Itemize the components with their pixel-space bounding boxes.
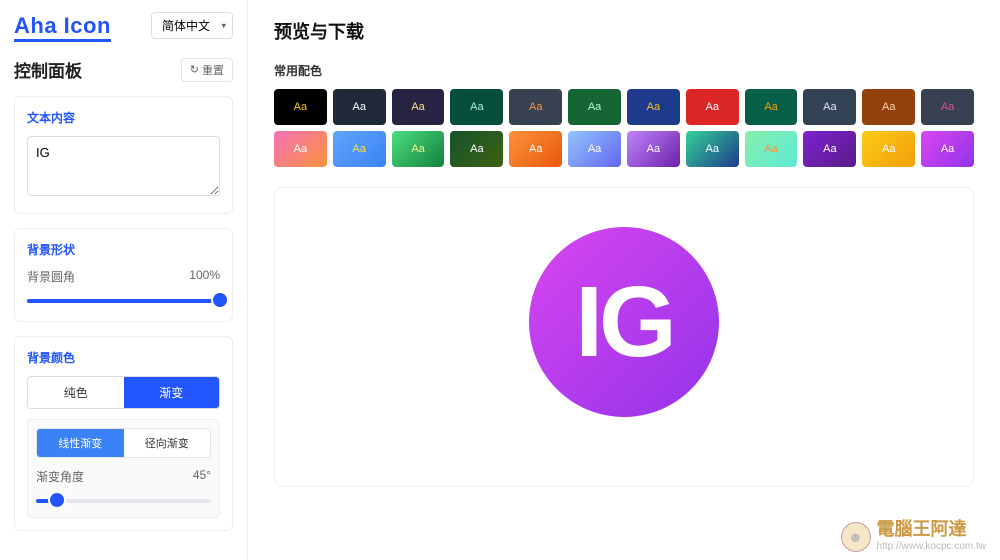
panel-title: 控制面板 bbox=[14, 57, 82, 82]
color-swatch[interactable]: Aa bbox=[274, 131, 327, 167]
color-swatch[interactable]: Aa bbox=[921, 131, 974, 167]
color-swatch[interactable]: Aa bbox=[450, 131, 503, 167]
color-swatch[interactable]: Aa bbox=[392, 89, 445, 125]
watermark-brand: 電腦王阿達 bbox=[877, 515, 986, 541]
reset-button[interactable]: ↻ 重置 bbox=[181, 58, 233, 82]
app-logo[interactable]: Aha Icon bbox=[14, 13, 111, 39]
radius-label: 背景圆角 bbox=[27, 268, 75, 285]
bg-shape-title: 背景形状 bbox=[27, 241, 220, 258]
tab-radial-gradient[interactable]: 径向渐变 bbox=[124, 429, 211, 457]
watermark-avatar-icon: ☻ bbox=[841, 522, 871, 552]
logo-preview-text: IG bbox=[575, 265, 673, 380]
bg-color-title: 背景颜色 bbox=[27, 349, 220, 366]
angle-label: 渐变角度 bbox=[36, 468, 84, 485]
swatch-section-label: 常用配色 bbox=[274, 62, 974, 79]
color-swatch[interactable]: Aa bbox=[333, 131, 386, 167]
watermark-url: http://www.kocpc.com.tw bbox=[877, 541, 986, 552]
main-title: 预览与下载 bbox=[274, 18, 974, 44]
color-mode-tabs: 纯色 渐变 bbox=[27, 376, 220, 409]
color-swatch[interactable]: Aa bbox=[392, 131, 445, 167]
color-swatch[interactable]: Aa bbox=[921, 89, 974, 125]
logo-preview-circle: IG bbox=[529, 227, 719, 417]
color-swatch[interactable]: Aa bbox=[686, 89, 739, 125]
watermark: ☻ 電腦王阿達 http://www.kocpc.com.tw bbox=[841, 515, 986, 552]
color-swatch[interactable]: Aa bbox=[745, 131, 798, 167]
main-panel: 预览与下载 常用配色 AaAaAaAaAaAaAaAaAaAaAaAaAaAaA… bbox=[248, 0, 1000, 560]
swatch-grid: AaAaAaAaAaAaAaAaAaAaAaAaAaAaAaAaAaAaAaAa… bbox=[274, 89, 974, 167]
radius-value: 100% bbox=[189, 268, 220, 285]
gradient-type-tabs: 线性渐变 径向渐变 bbox=[36, 428, 211, 458]
reset-icon: ↻ bbox=[190, 63, 199, 76]
tab-solid[interactable]: 纯色 bbox=[28, 377, 124, 408]
color-swatch[interactable]: Aa bbox=[450, 89, 503, 125]
angle-slider[interactable] bbox=[36, 491, 211, 509]
preview-area: IG bbox=[274, 187, 974, 487]
color-swatch[interactable]: Aa bbox=[803, 89, 856, 125]
tab-gradient[interactable]: 渐变 bbox=[124, 377, 220, 408]
color-swatch[interactable]: Aa bbox=[568, 89, 621, 125]
color-swatch[interactable]: Aa bbox=[333, 89, 386, 125]
color-swatch[interactable]: Aa bbox=[627, 131, 680, 167]
text-content-title: 文本内容 bbox=[27, 109, 220, 126]
bg-shape-card: 背景形状 背景圆角 100% bbox=[14, 228, 233, 322]
color-swatch[interactable]: Aa bbox=[862, 131, 915, 167]
bg-color-card: 背景颜色 纯色 渐变 线性渐变 径向渐变 渐变角度 45° bbox=[14, 336, 233, 531]
color-swatch[interactable]: Aa bbox=[745, 89, 798, 125]
language-select[interactable]: 简体中文 bbox=[151, 12, 233, 39]
color-swatch[interactable]: Aa bbox=[274, 89, 327, 125]
color-swatch[interactable]: Aa bbox=[803, 131, 856, 167]
text-content-card: 文本内容 bbox=[14, 96, 233, 214]
text-content-input[interactable] bbox=[27, 136, 220, 196]
angle-value: 45° bbox=[193, 468, 211, 485]
color-swatch[interactable]: Aa bbox=[509, 131, 562, 167]
color-swatch[interactable]: Aa bbox=[568, 131, 621, 167]
control-sidebar: Aha Icon 简体中文 ▾ 控制面板 ↻ 重置 文本内容 背景形状 背景圆角… bbox=[0, 0, 248, 560]
color-swatch[interactable]: Aa bbox=[862, 89, 915, 125]
radius-slider[interactable] bbox=[27, 291, 220, 309]
tab-linear-gradient[interactable]: 线性渐变 bbox=[37, 429, 124, 457]
reset-label: 重置 bbox=[202, 62, 224, 78]
color-swatch[interactable]: Aa bbox=[509, 89, 562, 125]
color-swatch[interactable]: Aa bbox=[627, 89, 680, 125]
color-swatch[interactable]: Aa bbox=[686, 131, 739, 167]
